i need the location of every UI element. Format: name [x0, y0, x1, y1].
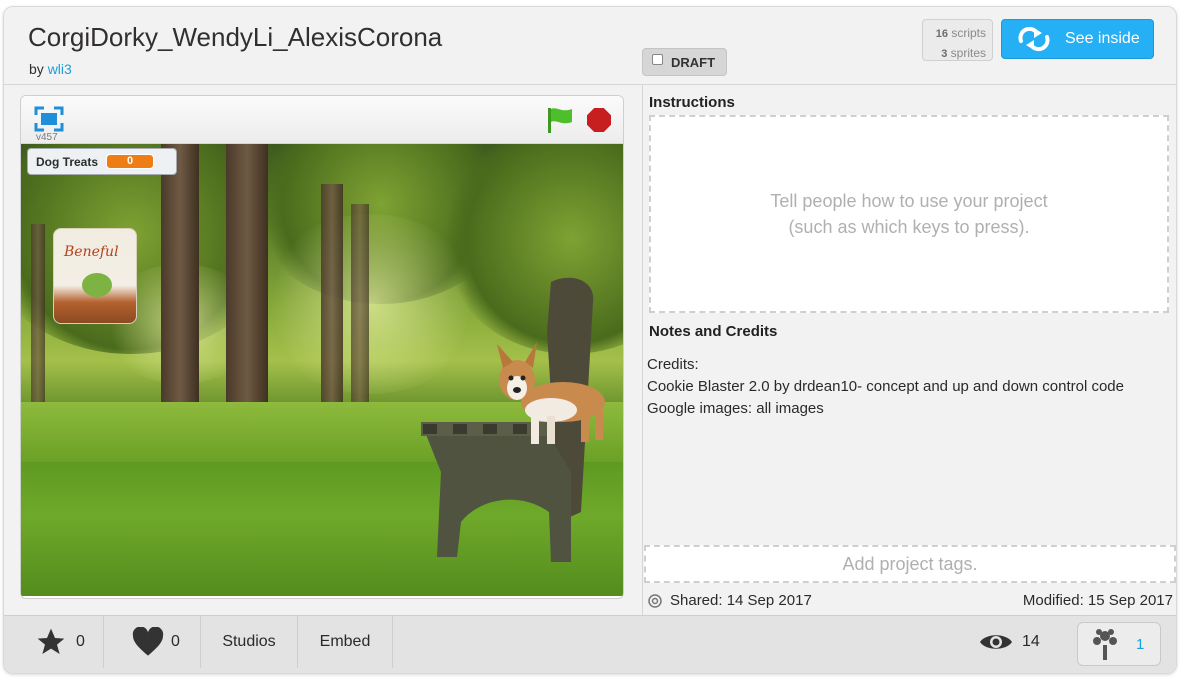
tree-trunk: [321, 184, 343, 424]
tree-trunk: [351, 204, 369, 414]
instructions-placeholder-line1: Tell people how to use your project: [770, 191, 1048, 211]
draft-checkbox[interactable]: [652, 53, 663, 65]
notes-line: Cookie Blaster 2.0 by drdean10- concept …: [647, 378, 1124, 395]
notes-line: Google images: all images: [647, 400, 824, 417]
love-count: 0: [171, 633, 180, 650]
see-inside-button[interactable]: See inside: [1001, 19, 1154, 59]
version-label: v457: [36, 132, 58, 143]
instructions-field[interactable]: Tell people how to use your project (suc…: [649, 115, 1169, 313]
instructions-heading: Instructions: [649, 94, 735, 111]
scripts-count: 16: [935, 28, 948, 40]
view-count-value: 14: [1022, 633, 1040, 650]
favorite-count: 0: [76, 633, 85, 650]
shared-date-text: Shared: 14 Sep 2017: [670, 592, 812, 609]
notes-heading: Notes and Credits: [649, 323, 778, 340]
corgi-sprite[interactable]: [481, 340, 611, 450]
love-button[interactable]: 0: [104, 616, 201, 668]
share-icon: [648, 593, 662, 608]
by-label: by: [29, 61, 44, 77]
monitor-label: Dog Treats: [36, 154, 99, 169]
remix-tree-icon: [1093, 629, 1117, 660]
action-bar: 0 0 Studios Embed 14 1: [4, 615, 1176, 673]
modified-date: Modified: 15 Sep 2017: [1022, 592, 1173, 609]
project-header: CorgiDorky_WendyLi_AlexisCorona by wli3 …: [4, 7, 1176, 85]
see-inside-label: See inside: [1065, 30, 1140, 47]
project-page: CorgiDorky_WendyLi_AlexisCorona by wli3 …: [3, 6, 1177, 674]
fullscreen-icon[interactable]: [34, 106, 64, 132]
player-controls: v457: [21, 96, 623, 144]
shared-date: Shared: 14 Sep 2017: [647, 592, 812, 609]
details-column: Instructions Tell people how to use your…: [642, 85, 1176, 673]
notes-field[interactable]: Credits: Cookie Blaster 2.0 by drdean10-…: [647, 354, 1167, 420]
treats-sprite[interactable]: Beneful: [53, 228, 137, 324]
project-player: v457 Dog Treats 0 Beneful: [20, 95, 624, 599]
draft-label: DRAFT: [671, 54, 716, 70]
sprites-label: sprites: [950, 46, 986, 60]
stage[interactable]: Dog Treats 0 Beneful: [21, 144, 623, 596]
favorite-button[interactable]: 0: [4, 616, 104, 668]
eye-icon: [980, 635, 1012, 649]
studios-button[interactable]: Studios: [201, 616, 298, 668]
variable-monitor[interactable]: Dog Treats 0: [27, 148, 177, 175]
instructions-placeholder-line2: (such as which keys to press).: [788, 217, 1030, 237]
project-title[interactable]: CorgiDorky_WendyLi_AlexisCorona: [28, 22, 442, 53]
project-stats: 16 scripts 3 sprites: [922, 19, 993, 61]
heart-icon: [132, 627, 164, 656]
stop-icon[interactable]: [587, 108, 611, 132]
treats-brand: Beneful: [64, 244, 119, 260]
scripts-label: scripts: [951, 26, 986, 40]
notes-line: Credits:: [647, 356, 699, 373]
project-dates: Shared: 14 Sep 2017 Modified: 15 Sep 201…: [647, 592, 1173, 609]
green-flag-icon[interactable]: [545, 106, 575, 134]
author-link[interactable]: wli3: [48, 61, 72, 77]
sprites-count: 3: [941, 48, 948, 60]
tags-field[interactable]: Add project tags.: [644, 545, 1176, 583]
star-icon: [37, 628, 65, 654]
treats-badge: [82, 273, 112, 297]
remix-tree-button[interactable]: 1: [1077, 622, 1161, 666]
remix-arrows-icon: [1018, 26, 1050, 52]
view-count: 14: [978, 616, 1064, 668]
remix-count: 1: [1136, 635, 1145, 653]
draft-toggle[interactable]: DRAFT: [642, 48, 727, 76]
monitor-value: 0: [106, 154, 155, 169]
embed-button[interactable]: Embed: [298, 616, 393, 668]
project-byline: by wli3: [29, 61, 72, 77]
player-column: v457 Dog Treats 0 Beneful: [4, 85, 642, 615]
